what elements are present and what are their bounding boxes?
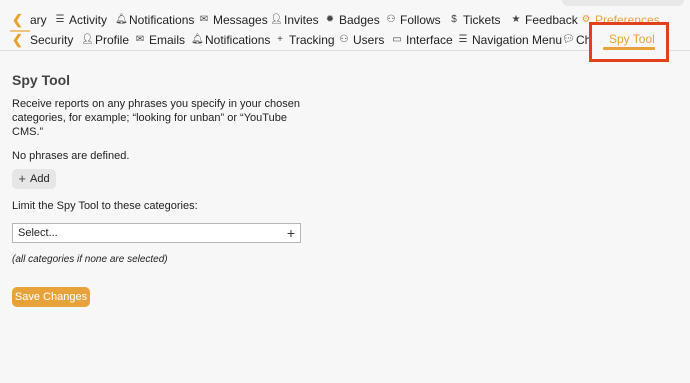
add-phrase-button[interactable]: + Add: [12, 169, 56, 189]
primary-nav-label: Invites: [284, 13, 319, 27]
add-button-label: Add: [30, 173, 50, 185]
bell-icon: 🔔︎: [191, 34, 204, 45]
primary-nav-label: Follows: [400, 13, 441, 27]
subnav-scroll-left-icon[interactable]: ❮: [12, 30, 23, 50]
active-tab-underline: [603, 47, 655, 50]
primary-nav-label: Badges: [339, 13, 380, 27]
user-plus-icon: 👤︎: [270, 14, 283, 25]
bars-icon: ☰: [458, 34, 468, 45]
dollar-icon: $: [451, 14, 457, 25]
primary-nav-label: Activity: [69, 13, 108, 27]
category-hint: (all categories if none are selected): [12, 254, 168, 265]
tab-navigation-menu[interactable]: ☰ Navigation Menu: [458, 30, 563, 50]
primary-nav-item-badges[interactable]: ✹ Badges: [325, 10, 380, 30]
tab-label: Navigation Menu: [472, 33, 563, 47]
primary-nav-item-notifications[interactable]: 🔔︎ Notifications: [115, 10, 194, 30]
primary-nav-label: Tickets: [463, 13, 501, 27]
desktop-icon: ▭: [392, 34, 402, 45]
envelope-icon: ✉: [135, 34, 145, 45]
tab-label: Interface: [406, 33, 453, 47]
tab-profile[interactable]: 👤︎ Profile: [81, 30, 129, 50]
tab-users[interactable]: ⚇ Users: [339, 30, 385, 50]
primary-nav-item-messages[interactable]: ✉ Messages: [199, 10, 268, 30]
primary-nav-label: Notifications: [129, 13, 195, 27]
certificate-icon: ✹: [325, 14, 335, 25]
list-icon: ☰: [55, 14, 65, 25]
tab-label: Tracking: [289, 33, 335, 47]
empty-state-text: No phrases are defined.: [12, 150, 130, 162]
save-changes-button[interactable]: Save Changes: [12, 287, 90, 307]
user-icon: 👤︎: [81, 34, 94, 45]
nav-scroll-left-icon[interactable]: ❮: [12, 10, 23, 30]
page-description: Receive reports on any phrases you speci…: [12, 98, 300, 138]
category-limit-label: Limit the Spy Tool to these categories:: [12, 200, 198, 212]
tab-label: Users: [353, 33, 385, 47]
plus-icon: +: [277, 34, 283, 45]
tab-emails[interactable]: ✉ Emails: [135, 30, 185, 50]
category-select-value: Select...: [18, 227, 58, 239]
primary-nav: ❮ ary ☰ Activity 🔔︎ Notifications ✉ Mess…: [0, 10, 690, 30]
primary-nav-label: Feedback: [525, 13, 578, 27]
star-icon: ★: [511, 14, 521, 25]
primary-nav-item-invites[interactable]: 👤︎ Invites: [270, 10, 319, 30]
tab-spy-tool[interactable]: Spy Tool: [609, 31, 655, 47]
tab-interface[interactable]: ▭ Interface: [392, 30, 453, 50]
category-select[interactable]: Select... +: [12, 223, 301, 243]
tab-label: Security: [30, 33, 74, 47]
plus-icon[interactable]: +: [287, 225, 295, 241]
envelope-icon: ✉: [199, 14, 209, 25]
tab-notifications[interactable]: 🔔︎ Notifications: [191, 30, 270, 50]
primary-nav-label: Messages: [213, 13, 268, 27]
primary-nav-item-tickets[interactable]: $ Tickets: [449, 10, 501, 30]
top-edge-fade: [562, 0, 684, 6]
page-title: Spy Tool: [12, 72, 71, 88]
bell-icon: 🔔︎: [115, 14, 128, 25]
tab-label: Notifications: [205, 33, 271, 47]
tab-security[interactable]: Security: [30, 30, 73, 50]
primary-nav-item-activity[interactable]: ☰ Activity: [55, 10, 108, 30]
primary-nav-item-summary[interactable]: ary: [30, 10, 47, 30]
tab-label: Emails: [149, 33, 186, 47]
tab-tracking[interactable]: + Tracking: [275, 30, 335, 50]
primary-nav-item-feedback[interactable]: ★ Feedback: [511, 10, 578, 30]
primary-nav-label: ary: [30, 13, 47, 27]
save-button-label: Save Changes: [14, 291, 88, 303]
users-icon: ⚇: [386, 14, 396, 25]
plus-icon: +: [18, 171, 26, 186]
users-icon: ⚇: [339, 34, 349, 45]
tab-label: Profile: [95, 33, 130, 47]
primary-nav-item-follows[interactable]: ⚇ Follows: [386, 10, 441, 30]
secondary-nav: ❮ Security 👤︎ Profile ✉ Emails 🔔︎ Notifi…: [0, 30, 690, 51]
chat-icon: 💬︎: [562, 34, 575, 45]
